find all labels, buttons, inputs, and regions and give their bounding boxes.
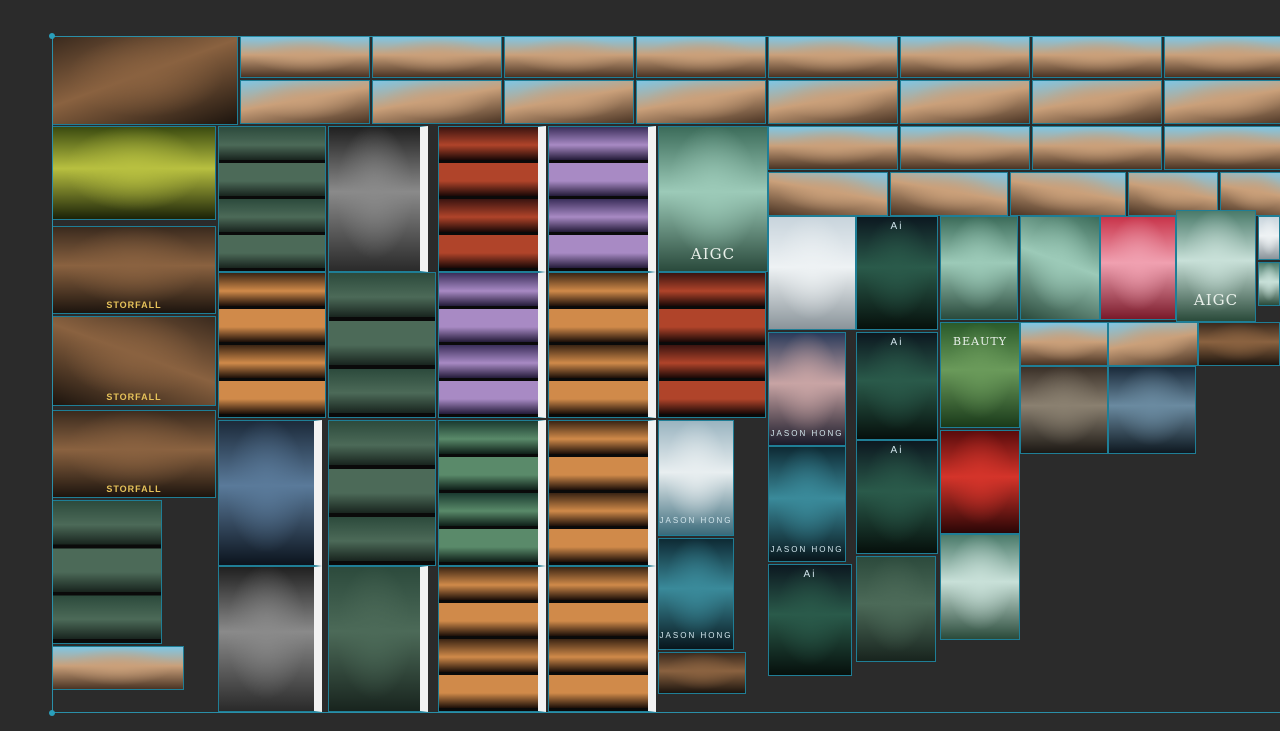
ai-caption: Ai — [890, 445, 904, 456]
pink-lion-image-58[interactable] — [1100, 216, 1176, 320]
storyboard-image-45[interactable] — [438, 420, 546, 566]
floating-island-image-24[interactable] — [1010, 172, 1126, 216]
floating-island-image-8[interactable] — [636, 36, 766, 78]
storfall-label: STORFALL — [106, 392, 162, 402]
stone-dome-image-69[interactable] — [1108, 366, 1196, 454]
floating-island-image-2[interactable] — [240, 36, 370, 78]
green-mountain-image-56[interactable] — [940, 216, 1018, 320]
temple-poster-image-49[interactable] — [218, 566, 322, 712]
temple-poster-image-34[interactable] — [328, 126, 428, 272]
floating-island-image-20[interactable] — [1032, 126, 1162, 170]
jason-hong-poster-image-48[interactable]: JASON HONG — [658, 538, 734, 650]
floating-island-image-5[interactable] — [372, 80, 502, 124]
aigc-caption: AIGC — [690, 245, 736, 263]
storyboard-image-52[interactable] — [548, 566, 656, 712]
floating-island-image-3[interactable] — [240, 80, 370, 124]
floating-island-image-21[interactable] — [1164, 126, 1280, 170]
green-pagoda-poster-image-63[interactable]: Ai — [856, 332, 938, 440]
floating-island-image-13[interactable] — [900, 80, 1030, 124]
floating-island-image-7[interactable] — [504, 80, 634, 124]
floating-island-image-23[interactable] — [890, 172, 1008, 216]
floating-island-image-19[interactable] — [900, 126, 1030, 170]
bamboo-couple-image-75[interactable] — [856, 556, 936, 662]
storyboard-image-36[interactable] — [548, 126, 656, 272]
floating-island-image-32[interactable] — [52, 646, 184, 690]
floating-island-image-6[interactable] — [504, 36, 634, 78]
temple-poster-image-50[interactable] — [328, 566, 428, 712]
cliff-house-image-53[interactable] — [658, 652, 746, 694]
floating-island-image-10[interactable] — [768, 36, 898, 78]
snow-image-60[interactable] — [1258, 216, 1280, 260]
jason-hong-caption: JASON HONG — [770, 545, 844, 554]
storfall-canyon-image-30[interactable]: STORFALL — [52, 410, 216, 498]
jason-hong-poster-image-62[interactable]: JASON HONG — [768, 332, 846, 446]
storfall-label: STORFALL — [106, 300, 162, 310]
ai-caption: Ai — [890, 221, 904, 232]
storfall-label: STORFALL — [106, 484, 162, 494]
storyboard-image-35[interactable] — [438, 126, 546, 272]
forest-warrior-image-31[interactable] — [52, 500, 162, 644]
storfall-sketch-image-28[interactable]: STORFALL — [52, 226, 216, 314]
hero-cliff-image-1[interactable] — [52, 36, 238, 125]
floating-island-image-15[interactable] — [1032, 80, 1162, 124]
aigc-poster-image-59[interactable]: AIGC — [1176, 210, 1256, 322]
floating-island-image-65[interactable] — [1020, 322, 1108, 366]
jason-hong-caption: JASON HONG — [659, 516, 733, 525]
storyboard-image-44[interactable] — [328, 420, 436, 566]
scifi-jungle-image-27[interactable] — [52, 126, 216, 220]
storyboard-image-42[interactable] — [658, 272, 766, 418]
floating-island-image-4[interactable] — [372, 36, 502, 78]
red-gate-image-72[interactable] — [940, 430, 1020, 534]
floating-island-image-9[interactable] — [636, 80, 766, 124]
green-mountain-image-57[interactable] — [1020, 216, 1100, 320]
storyboard-image-46[interactable] — [548, 420, 656, 566]
blue-pagoda-poster-image-74[interactable]: Ai — [768, 564, 852, 676]
floating-island-image-11[interactable] — [768, 80, 898, 124]
aigc-poster-image-37[interactable]: AIGC — [658, 126, 768, 272]
storfall-cliff-image-29[interactable]: STORFALL — [52, 316, 216, 406]
floating-island-image-14[interactable] — [1032, 36, 1162, 78]
glass-image-61[interactable] — [1258, 262, 1280, 306]
aigc-caption: AIGC — [1193, 291, 1239, 309]
storyboard-image-33[interactable] — [218, 126, 326, 272]
storyboard-image-51[interactable] — [438, 566, 546, 712]
jason-hong-caption: JASON HONG — [770, 429, 844, 438]
jason-hong-poster-image-70[interactable]: JASON HONG — [768, 446, 846, 562]
selection-handle-bottom-left[interactable] — [49, 710, 55, 716]
glass-arch-image-73[interactable] — [940, 534, 1020, 640]
night-pagoda-poster-image-71[interactable]: Ai — [856, 440, 938, 554]
ai-caption: Ai — [803, 569, 817, 580]
floating-island-image-22[interactable] — [768, 172, 888, 216]
cliff-image-67[interactable] — [1198, 322, 1280, 366]
stone-warrior-image-68[interactable] — [1020, 366, 1108, 454]
storyboard-image-38[interactable] — [218, 272, 326, 418]
storyboard-image-39[interactable] — [328, 272, 436, 418]
floating-island-image-66[interactable] — [1108, 322, 1198, 366]
floating-island-image-18[interactable] — [768, 126, 898, 170]
ai-pagoda-poster-image-55[interactable]: Ai — [856, 216, 938, 330]
beauty-poster-image-64[interactable]: BEAUTY — [940, 322, 1020, 428]
floating-island-image-17[interactable] — [1164, 80, 1280, 124]
temple-poster-image-43[interactable] — [218, 420, 322, 566]
jason-hong-poster-image-47[interactable]: JASON HONG — [658, 420, 734, 536]
floating-island-image-12[interactable] — [900, 36, 1030, 78]
storyboard-image-40[interactable] — [438, 272, 546, 418]
floating-island-image-16[interactable] — [1164, 36, 1280, 78]
jason-hong-caption: JASON HONG — [659, 631, 733, 640]
ai-caption: Ai — [890, 337, 904, 348]
storyboard-image-41[interactable] — [548, 272, 656, 418]
snow-pilgrims-image-54[interactable] — [768, 216, 856, 330]
selection-handle-top-left[interactable] — [49, 33, 55, 39]
beauty-caption: BEAUTY — [953, 335, 1007, 348]
design-canvas[interactable]: STORFALL STORFALL STORFALL AIGC JASON HONG JA… — [0, 0, 1280, 731]
